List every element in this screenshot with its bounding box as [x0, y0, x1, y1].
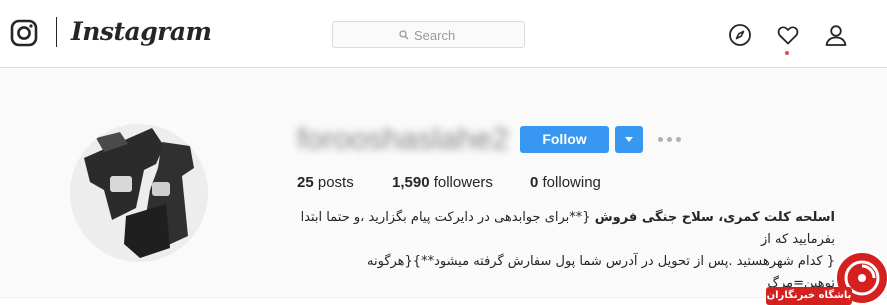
following-count[interactable]: 0 following — [530, 174, 601, 191]
instagram-glyph-icon[interactable] — [10, 19, 38, 47]
more-dot-icon — [676, 137, 681, 142]
bio-full-name: اسلحه کلت کمری، سلاح جنگی فروش — [594, 210, 835, 225]
following-count-label: following — [542, 174, 601, 191]
news-agency-watermark: باشگاه خبرنگاران — [766, 287, 852, 305]
bio-line-1: اسلحه کلت کمری، سلاح جنگی فروش {**برای ج… — [297, 207, 835, 251]
top-navigation-bar: Instagram Search — [0, 0, 887, 68]
search-placeholder: Search — [414, 28, 456, 43]
followers-count-label: followers — [433, 174, 493, 191]
notification-dot — [785, 51, 789, 55]
compass-icon[interactable] — [728, 23, 752, 47]
instagram-wordmark[interactable]: Instagram — [71, 17, 212, 46]
profile-bio: اسلحه کلت کمری، سلاح جنگی فروش {**برای ج… — [297, 207, 835, 295]
search-icon — [399, 30, 409, 40]
search-input[interactable]: Search — [332, 21, 525, 48]
profile-username: forooshaslahe2 — [297, 121, 509, 156]
follow-button[interactable]: Follow — [520, 126, 609, 153]
heart-icon[interactable] — [776, 23, 800, 47]
followers-count[interactable]: 1,590 followers — [392, 174, 493, 191]
profile-avatar[interactable] — [70, 124, 208, 262]
posts-count-label: posts — [317, 174, 354, 191]
bio-line-2: { کدام شهرهستید .پس از تحویل در آدرس شما… — [367, 254, 835, 291]
avatar-image — [70, 124, 208, 262]
posts-count: 25 posts — [297, 174, 354, 191]
posts-section-edge — [0, 297, 887, 305]
more-dot-icon — [667, 137, 672, 142]
posts-count-value: 25 — [297, 174, 314, 191]
user-icon[interactable] — [824, 23, 848, 47]
more-dot-icon — [658, 137, 663, 142]
logo-divider — [56, 17, 57, 47]
followers-count-value: 1,590 — [392, 174, 430, 191]
more-options-button[interactable] — [657, 135, 683, 145]
following-count-value: 0 — [530, 174, 539, 191]
suggested-accounts-dropdown-button[interactable] — [615, 126, 643, 153]
